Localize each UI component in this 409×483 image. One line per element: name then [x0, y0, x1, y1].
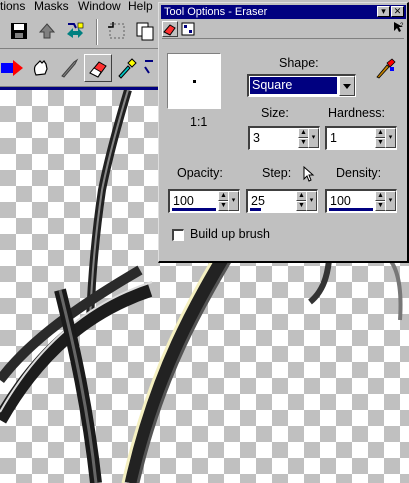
brush-tip — [193, 80, 196, 83]
opacity-value: 100 — [173, 194, 194, 208]
hand-icon[interactable] — [28, 55, 54, 81]
menu-help[interactable]: Help — [128, 0, 153, 13]
resize-icon[interactable] — [62, 18, 88, 44]
opacity-label: Opacity: — [177, 166, 223, 180]
window-title: Tool Options - Eraser — [164, 6, 268, 18]
opacity-input[interactable]: 100 ▲ ▼ ▾ — [168, 189, 240, 213]
hardness-input[interactable]: 1 ▲ ▼ ▾ — [325, 126, 397, 150]
step-input[interactable]: 25 ▲ ▼ ▾ — [246, 189, 318, 213]
eraser-icon[interactable] — [84, 54, 112, 82]
chevron-down-icon[interactable] — [339, 76, 355, 96]
step-value: 25 — [251, 194, 265, 208]
texture-tab-icon — [181, 22, 195, 36]
density-input[interactable]: 100 ▲ ▼ ▾ — [325, 189, 397, 213]
size-label: Size: — [261, 106, 289, 120]
mouse-cursor-icon — [303, 165, 315, 182]
hardness-slider-button[interactable]: ▾ — [385, 128, 396, 148]
knife-icon[interactable] — [56, 55, 82, 81]
hardness-value: 1 — [330, 131, 337, 145]
opacity-level-bar — [172, 208, 216, 211]
brush-preview — [167, 53, 221, 109]
density-level-bar — [329, 208, 373, 211]
toolbar-separator — [96, 19, 98, 45]
opacity-slider-button[interactable]: ▾ — [228, 191, 239, 211]
density-slider-button[interactable]: ▾ — [385, 191, 396, 211]
tool-options-titlebar[interactable]: Tool Options - Eraser ▾ ✕ — [161, 5, 406, 19]
save-icon[interactable] — [6, 18, 32, 44]
texture-tab[interactable] — [180, 21, 196, 37]
step-level-bar — [250, 208, 261, 211]
copy-icon[interactable] — [132, 18, 158, 44]
tab-divider — [162, 38, 404, 39]
hardness-label: Hardness: — [328, 106, 385, 120]
shape-label: Shape: — [279, 56, 319, 70]
arrow-right-icon[interactable] — [0, 55, 26, 81]
eraser-tab[interactable] — [162, 21, 178, 37]
step-slider-button[interactable]: ▾ — [306, 191, 317, 211]
eraser-tab-icon — [163, 24, 176, 36]
build-up-brush-label[interactable]: Build up brush — [190, 227, 270, 241]
menu-window[interactable]: Window — [78, 0, 121, 13]
preview-ratio: 1:1 — [190, 115, 208, 129]
dropper-icon[interactable] — [114, 55, 140, 81]
step-label: Step: — [262, 166, 292, 180]
up-arrow-icon[interactable] — [34, 18, 60, 44]
size-slider-button[interactable]: ▾ — [308, 128, 319, 148]
size-input[interactable]: 3 ▲ ▼ ▾ — [248, 126, 320, 150]
shape-select[interactable]: Square — [247, 74, 356, 97]
density-label: Density: — [336, 166, 382, 180]
brush-picker-icon[interactable] — [375, 57, 397, 79]
size-value: 3 — [253, 131, 260, 145]
extra-window-fragment — [380, 15, 409, 35]
density-value: 100 — [330, 194, 351, 208]
shape-selected-value: Square — [250, 77, 337, 94]
build-up-brush-checkbox[interactable] — [172, 229, 184, 241]
crop-icon[interactable] — [104, 18, 130, 44]
retouch-icon[interactable] — [142, 55, 156, 81]
menu-options[interactable]: tions — [0, 0, 25, 13]
menu-masks[interactable]: Masks — [34, 0, 69, 13]
tool-options-window: Tool Options - Eraser ▾ ✕ ? 1:1 Shape: S… — [158, 2, 409, 263]
